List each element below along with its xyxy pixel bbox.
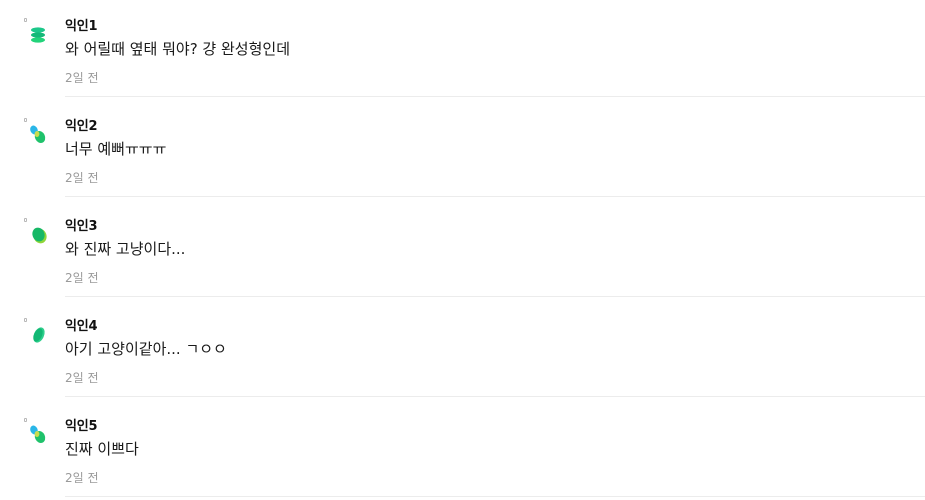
comment-author[interactable]: 익인1 (65, 15, 98, 34)
avatar[interactable] (24, 318, 50, 344)
green-blue-blob-icon (30, 125, 46, 144)
comment-text: 와 진짜 고냥이다... (65, 240, 186, 258)
comment-text: 너무 예뻐ㅠㅠㅠ (65, 140, 167, 158)
comment-item: 익인3 와 진짜 고냥이다... 2일 전 (0, 200, 925, 300)
comment-text: 와 어릴때 옆태 뭐야? 걍 완성형인데 (65, 40, 291, 58)
comment-item: 익인5 진짜 이쁘다 2일 전 (0, 400, 925, 500)
divider (65, 196, 925, 197)
status-dot (24, 418, 27, 422)
comment-author[interactable]: 익인2 (65, 115, 98, 134)
comment-text: 아기 고양이같아... ㄱㅇㅇ (65, 340, 227, 358)
comment-time: 2일 전 (65, 171, 99, 185)
green-blue-blob-icon (30, 425, 46, 444)
divider (65, 296, 925, 297)
comment-time: 2일 전 (65, 271, 99, 285)
comment-item: 익인2 너무 예뻐ㅠㅠㅠ 2일 전 (0, 100, 925, 200)
status-dot (24, 18, 27, 22)
status-dot (24, 318, 27, 322)
divider (65, 396, 925, 397)
avatar[interactable] (24, 218, 50, 244)
avatar[interactable] (24, 18, 50, 44)
comment-author[interactable]: 익인5 (65, 415, 98, 434)
green-leaf-icon (33, 327, 45, 343)
comment-text: 진짜 이쁘다 (65, 440, 139, 458)
green-stack-icon (31, 27, 45, 43)
divider (65, 96, 925, 97)
status-dot (24, 218, 27, 222)
avatar[interactable] (24, 118, 50, 144)
green-leaf-icon (32, 227, 47, 244)
comment-author[interactable]: 익인3 (65, 215, 98, 234)
comment-item: 익인4 아기 고양이같아... ㄱㅇㅇ 2일 전 (0, 300, 925, 400)
comment-time: 2일 전 (65, 71, 99, 85)
comment-time: 2일 전 (65, 371, 99, 385)
comment-author[interactable]: 익인4 (65, 315, 98, 334)
avatar[interactable] (24, 418, 50, 444)
status-dot (24, 118, 27, 122)
comment-time: 2일 전 (65, 471, 99, 485)
comment-item: 익인1 와 어릴때 옆태 뭐야? 걍 완성형인데 2일 전 (0, 0, 925, 100)
comment-list: 익인1 와 어릴때 옆태 뭐야? 걍 완성형인데 2일 전 익인2 너무 예뻐ㅠ… (0, 0, 925, 497)
